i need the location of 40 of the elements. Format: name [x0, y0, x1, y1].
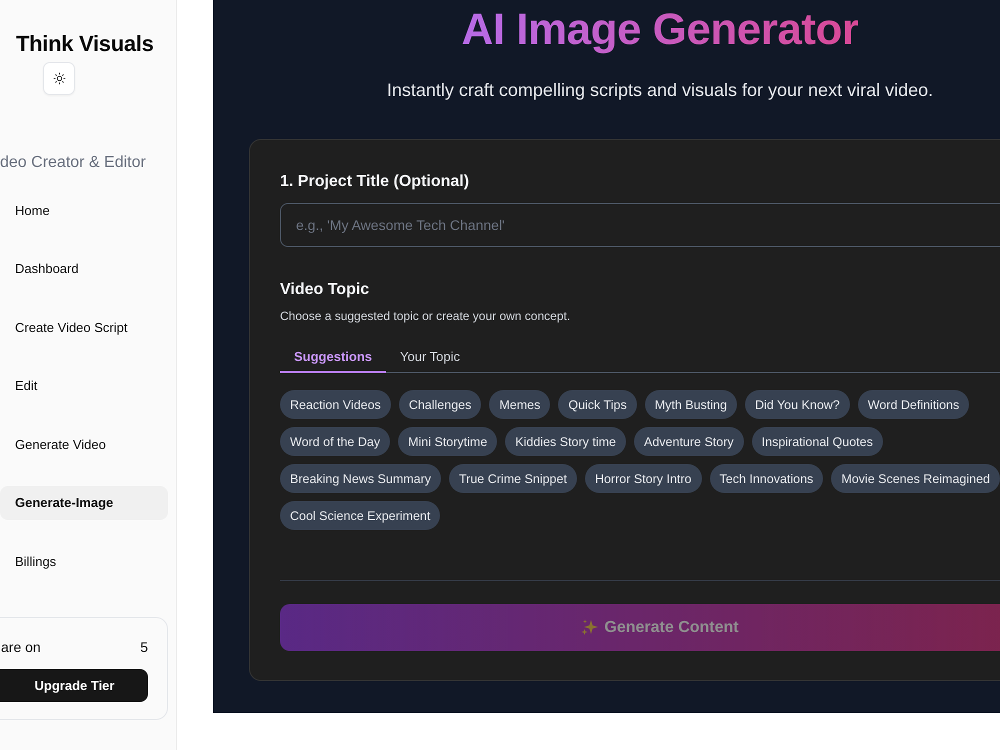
nav-item[interactable]: Create Video Script: [0, 310, 168, 344]
nav-item[interactable]: Home: [0, 193, 168, 227]
topic-chip[interactable]: Challenges: [398, 390, 482, 419]
topic-chip[interactable]: Quick Tips: [558, 390, 637, 419]
topic-chip[interactable]: Inspirational Quotes: [752, 427, 883, 456]
topic-chip[interactable]: Word of the Day: [280, 427, 390, 456]
sidebar-subtitle: deo Creator & Editor: [0, 153, 146, 173]
brand-title: Think Visuals: [16, 31, 154, 57]
topic-chip[interactable]: Horror Story Intro: [584, 464, 702, 493]
topic-chip[interactable]: True Crime Snippet: [449, 464, 577, 493]
theme-toggle-button[interactable]: [43, 62, 75, 95]
nav-item[interactable]: Dashboard: [0, 252, 168, 286]
topic-tab[interactable]: Your Topic: [386, 342, 474, 373]
topic-chip[interactable]: Myth Busting: [644, 390, 737, 419]
field-label: 1. Project Title (Optional): [280, 172, 470, 192]
project-title-input[interactable]: e.g., 'My Awesome Tech Channel': [280, 203, 1000, 247]
credits-label: are on: [1, 638, 41, 655]
topic-chip[interactable]: Mini Storytime: [398, 427, 498, 456]
nav-item[interactable]: Generate-Image: [0, 486, 168, 520]
topic-chip[interactable]: Tech Innovations: [710, 464, 824, 493]
topic-chip[interactable]: Kiddies Story time: [505, 427, 626, 456]
nav-item[interactable]: Edit: [0, 368, 168, 403]
topic-chip[interactable]: Adventure Story: [634, 427, 744, 456]
topic-tab[interactable]: Suggestions: [280, 342, 386, 373]
topic-chip[interactable]: Word Definitions: [858, 390, 970, 419]
section-description: Choose a suggested topic or create your own concept.: [280, 308, 570, 324]
topic-chip[interactable]: Breaking News Summary: [280, 464, 442, 493]
sparkles-icon: [581, 619, 598, 636]
sun-icon: [52, 72, 66, 85]
credits-count: 5: [140, 638, 148, 655]
topic-chip[interactable]: Cool Science Experiment: [280, 501, 440, 530]
topic-chip[interactable]: Reaction Videos: [280, 390, 391, 419]
nav-item[interactable]: Billings: [0, 544, 168, 579]
upgrade-button[interactable]: Upgrade Tier: [0, 668, 148, 702]
page-subtitle: Instantly craft compelling scripts and visuals for your next viral video.: [386, 79, 934, 101]
topic-chip[interactable]: Memes: [489, 390, 550, 419]
section-heading: Video Topic: [280, 280, 370, 300]
topic-chip[interactable]: Did You Know?: [744, 390, 850, 419]
topic-chip[interactable]: Movie Scenes Reimagined: [831, 464, 1000, 493]
nav-item[interactable]: Generate Video: [0, 427, 168, 462]
